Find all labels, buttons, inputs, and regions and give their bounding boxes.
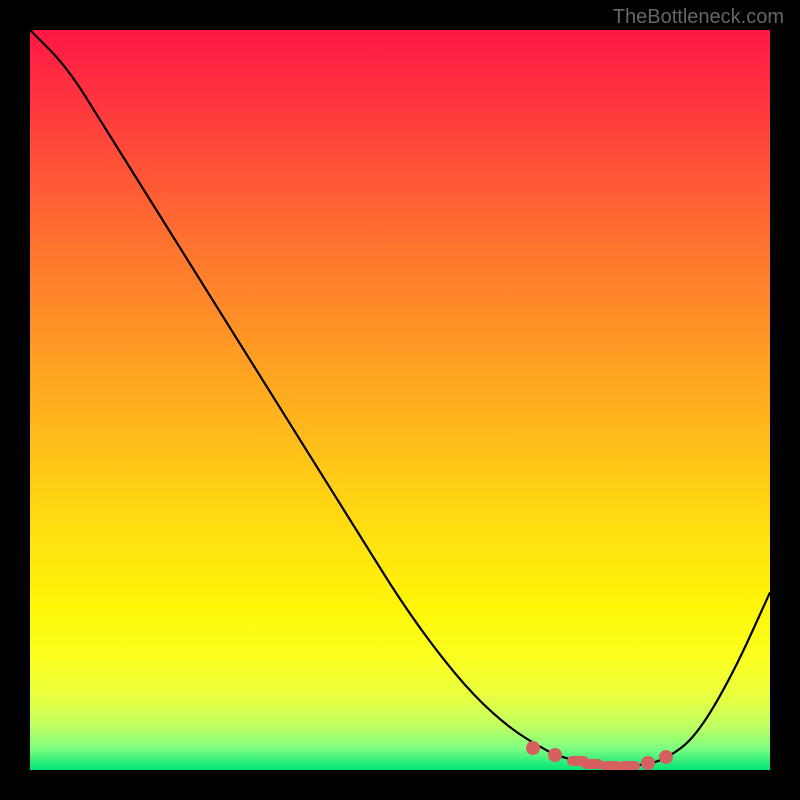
optimal-marker (618, 761, 640, 770)
watermark-text: TheBottleneck.com (613, 6, 784, 29)
optimal-marker (526, 741, 540, 755)
optimal-marker (641, 756, 655, 770)
optimal-marker (548, 748, 562, 762)
bottleneck-curve (30, 30, 770, 766)
optimal-marker (659, 750, 673, 764)
curve-svg (30, 30, 770, 770)
chart-plot-area (30, 30, 770, 770)
